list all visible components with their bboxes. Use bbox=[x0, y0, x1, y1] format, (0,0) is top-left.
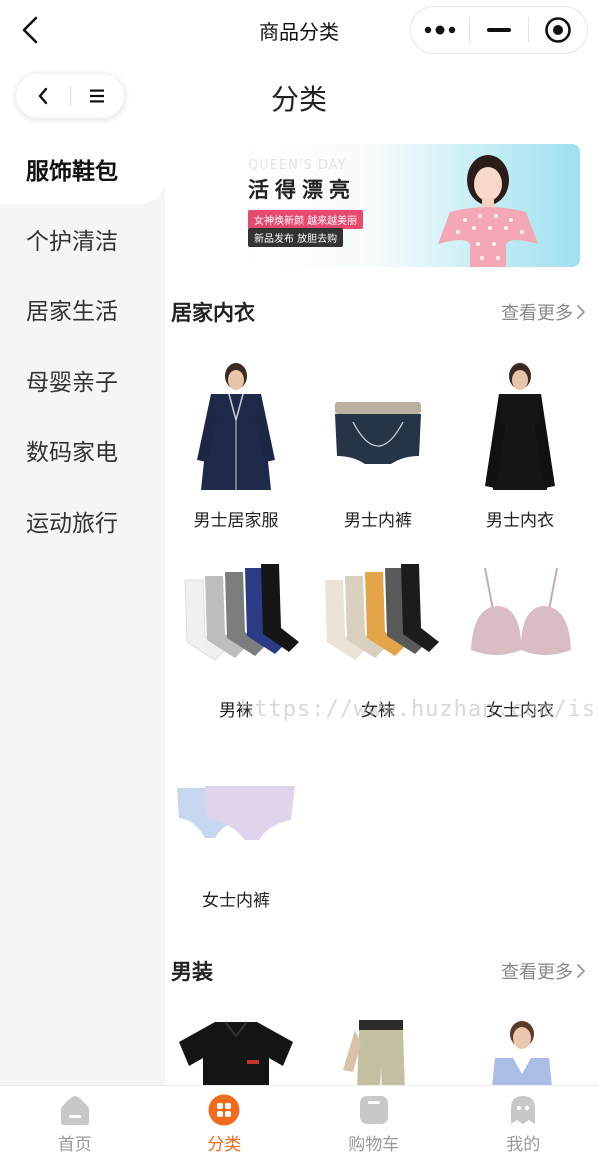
sidebar-item-mother-baby[interactable]: 母婴亲子 bbox=[0, 345, 165, 415]
banner-headline: 活得漂亮 bbox=[248, 178, 356, 202]
panties-image bbox=[177, 786, 295, 840]
product-category-item[interactable]: 女士内裤 bbox=[165, 740, 307, 925]
banner-dark-tag: 新品发布 放胆去购 bbox=[248, 228, 344, 247]
category-sidebar: 服饰鞋包 个护清洁 居家生活 母婴亲子 数码家电 运动旅行 bbox=[0, 134, 165, 1085]
tab-home[interactable]: 首页 bbox=[0, 1086, 150, 1155]
pajama-image bbox=[197, 363, 275, 490]
category-content: QUEEN'S DAY 活得漂亮 女神焕新颜 越来越美丽 新品发布 放胆去购 居… bbox=[165, 134, 598, 1085]
tab-cart[interactable]: 购物车 bbox=[299, 1086, 449, 1155]
watermark-text: https://www.huzhan.com/ishop3647 bbox=[240, 697, 598, 722]
target-circle-icon bbox=[545, 17, 571, 43]
trousers-image bbox=[343, 1020, 405, 1085]
item-label: 男士内衣 bbox=[486, 511, 554, 531]
chevron-right-icon bbox=[577, 305, 585, 319]
more-dots-icon bbox=[424, 25, 456, 35]
tab-label: 首页 bbox=[57, 1135, 92, 1155]
bottom-tab-bar: 首页 分类 购物车 我的 bbox=[0, 1085, 598, 1155]
sidebar-item-label: 数码家电 bbox=[26, 440, 118, 466]
cart-icon bbox=[359, 1096, 388, 1124]
product-category-item[interactable] bbox=[307, 1018, 449, 1085]
product-category-item[interactable]: 男士内衣 bbox=[449, 360, 591, 545]
promo-banner[interactable]: QUEEN'S DAY 活得漂亮 女神焕新颜 越来越美丽 新品发布 放胆去购 bbox=[240, 144, 580, 267]
sidebar-item-personal-care[interactable]: 个护清洁 bbox=[0, 204, 165, 274]
product-category-item[interactable] bbox=[449, 1018, 591, 1085]
shirt-model-image bbox=[492, 1021, 552, 1085]
section-title: 居家内衣 bbox=[171, 301, 255, 325]
sidebar-item-label: 服饰鞋包 bbox=[26, 152, 118, 186]
minimize-icon bbox=[487, 28, 511, 32]
item-label: 男士居家服 bbox=[193, 511, 279, 531]
tab-label: 我的 bbox=[506, 1135, 541, 1155]
item-label: 女士内裤 bbox=[202, 891, 270, 911]
banner-english-text: QUEEN'S DAY bbox=[248, 158, 347, 173]
men-socks-image bbox=[184, 564, 299, 661]
sidebar-item-label: 运动旅行 bbox=[26, 511, 118, 537]
section-header-home-underwear: 居家内衣 查看更多 bbox=[171, 294, 586, 330]
tab-label: 分类 bbox=[207, 1135, 242, 1155]
more-options-button[interactable] bbox=[411, 7, 469, 53]
section-header-menswear: 男装 查看更多 bbox=[171, 953, 586, 989]
sidebar-item-apparel[interactable]: 服饰鞋包 bbox=[0, 134, 165, 204]
tab-profile[interactable]: 我的 bbox=[449, 1086, 598, 1155]
sidebar-item-label: 母婴亲子 bbox=[26, 370, 118, 396]
item-label: 男士内裤 bbox=[344, 511, 412, 531]
top-navigation-bar: 商品分类 bbox=[0, 0, 598, 62]
view-more-label: 查看更多 bbox=[501, 303, 573, 324]
view-more-link[interactable]: 查看更多 bbox=[501, 299, 586, 325]
section-title: 男装 bbox=[171, 960, 213, 984]
sidebar-item-digital-appliances[interactable]: 数码家电 bbox=[0, 415, 165, 485]
tab-label: 购物车 bbox=[348, 1135, 400, 1155]
polo-image bbox=[179, 1021, 293, 1085]
sidebar-item-sports-travel[interactable]: 运动旅行 bbox=[0, 486, 165, 556]
banner-red-tag: 女神焕新颜 越来越美丽 bbox=[248, 210, 364, 229]
bra-image bbox=[471, 567, 571, 655]
mini-program-capsule bbox=[410, 6, 588, 54]
page-title: 分类 bbox=[270, 83, 327, 116]
tab-category[interactable]: 分类 bbox=[150, 1086, 300, 1155]
view-more-link[interactable]: 查看更多 bbox=[501, 958, 586, 984]
sidebar-item-home-living[interactable]: 居家生活 bbox=[0, 274, 165, 344]
briefs-image bbox=[335, 402, 421, 464]
banner-model-image bbox=[438, 155, 538, 267]
chevron-right-icon bbox=[577, 964, 585, 978]
product-category-item[interactable]: 男士居家服 bbox=[165, 360, 307, 545]
sidebar-item-label: 个护清洁 bbox=[26, 229, 118, 255]
close-mini-program-button[interactable] bbox=[529, 7, 587, 53]
women-socks-image bbox=[325, 564, 439, 660]
home-icon bbox=[60, 1096, 89, 1125]
longsleeve-image bbox=[485, 363, 555, 490]
profile-icon bbox=[511, 1096, 536, 1124]
category-icon bbox=[208, 1094, 240, 1126]
product-category-item[interactable] bbox=[165, 1018, 307, 1085]
view-more-label: 查看更多 bbox=[501, 962, 573, 983]
minimize-button[interactable] bbox=[470, 7, 528, 53]
sidebar-item-label: 居家生活 bbox=[26, 299, 118, 325]
page-header: 分类 bbox=[0, 62, 598, 134]
product-category-item[interactable]: 男士内裤 bbox=[307, 360, 449, 545]
